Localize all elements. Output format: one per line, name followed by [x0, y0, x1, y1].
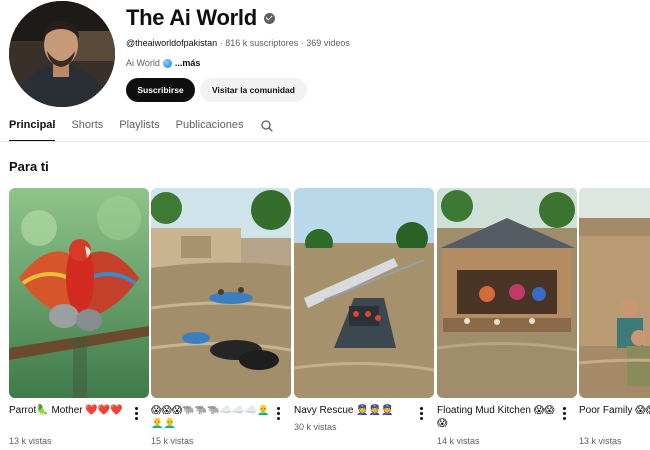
short-card[interactable]: Poor Family 😱😱 13 k vistas	[579, 188, 650, 450]
channel-title: The Ai World	[126, 5, 257, 30]
channel-name: The Ai World	[126, 5, 275, 31]
description-more-link[interactable]: ...más	[175, 58, 201, 68]
short-views: 13 k vistas	[579, 436, 622, 446]
meta-separator: ·	[300, 38, 304, 48]
channel-description[interactable]: Ai World ...más	[126, 58, 200, 68]
short-card[interactable]: Parrot🦜 Mother ❤️❤️❤️ 13 k vistas	[9, 188, 149, 446]
short-thumbnail[interactable]	[151, 188, 291, 398]
short-title[interactable]: Poor Family 😱😱	[579, 404, 650, 417]
short-thumbnail[interactable]	[579, 188, 650, 398]
short-views: 14 k vistas	[437, 436, 480, 446]
channel-meta: @theaiworldofpakistan · 816 k suscriptor…	[126, 38, 350, 48]
short-views: 15 k vistas	[151, 436, 194, 446]
tabs-divider	[0, 141, 650, 142]
short-title[interactable]: Parrot🦜 Mother ❤️❤️❤️	[9, 404, 133, 417]
section-title: Para ti	[9, 159, 49, 174]
short-title[interactable]: Navy Rescue 👮👮👮	[294, 404, 418, 417]
short-title[interactable]: Floating Mud Kitchen 😱😱😱	[437, 404, 561, 430]
short-thumbnail[interactable]	[294, 188, 434, 398]
more-vert-icon[interactable]	[563, 407, 566, 420]
more-vert-icon[interactable]	[135, 407, 138, 420]
subscriber-count: 816 k suscriptores	[225, 38, 299, 48]
description-text: Ai World	[126, 58, 160, 68]
short-card[interactable]: Floating Mud Kitchen 😱😱😱 14 k vistas	[437, 188, 577, 446]
channel-handle: @theaiworldofpakistan	[126, 38, 218, 48]
video-count: 369 videos	[306, 38, 350, 48]
globe-icon	[162, 58, 172, 68]
channel-avatar[interactable]	[9, 1, 115, 107]
tab-principal[interactable]: Principal	[9, 115, 56, 142]
short-title[interactable]: 😱😱😱🐃🐃🐃☁️☁️☁️👨‍🦲👨‍🦲👨‍🦲	[151, 404, 275, 430]
more-vert-icon[interactable]	[420, 407, 423, 420]
verified-check-icon	[263, 12, 275, 24]
tab-shorts[interactable]: Shorts	[71, 115, 103, 142]
short-thumbnail[interactable]	[437, 188, 577, 398]
channel-tabs: Principal Shorts Playlists Publicaciones	[9, 115, 259, 142]
short-views: 30 k vistas	[294, 422, 337, 432]
short-views: 13 k vistas	[9, 436, 52, 446]
meta-separator: ·	[219, 38, 223, 48]
more-vert-icon[interactable]	[277, 407, 280, 420]
visit-community-button[interactable]: Visitar la comunidad	[200, 78, 307, 102]
tab-publicaciones[interactable]: Publicaciones	[176, 115, 244, 142]
short-card[interactable]: Navy Rescue 👮👮👮 30 k vistas	[294, 188, 434, 432]
search-icon[interactable]	[261, 119, 273, 132]
short-card[interactable]: 😱😱😱🐃🐃🐃☁️☁️☁️👨‍🦲👨‍🦲👨‍🦲 15 k vistas	[151, 188, 291, 446]
short-thumbnail[interactable]	[9, 188, 149, 398]
tab-playlists[interactable]: Playlists	[119, 115, 159, 142]
subscribe-button[interactable]: Suscribirse	[126, 78, 195, 102]
